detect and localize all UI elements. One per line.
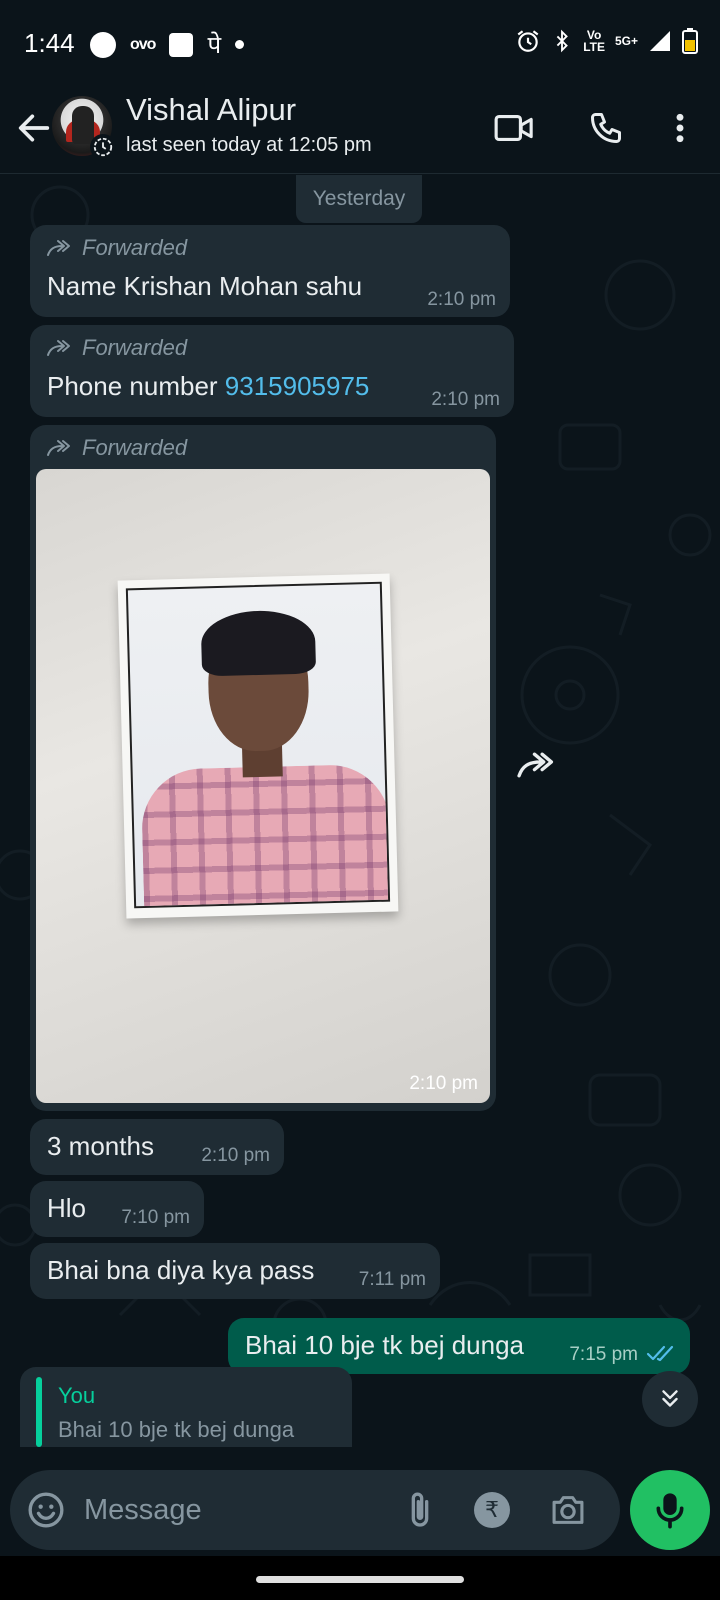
share-forward-icon — [517, 752, 554, 778]
more-notifications-dot-icon — [235, 40, 245, 49]
forwarded-label: Forwarded — [46, 335, 187, 361]
chat-area[interactable]: Yesterday Forwarded Name Krishan Mohan s… — [0, 175, 720, 1460]
forwarded-photo[interactable]: 2:10 pm — [36, 469, 490, 1103]
message-time: 7:10 pm — [121, 1207, 190, 1228]
volte-icon: Vo LTE — [583, 28, 605, 54]
message-time: 7:15 pm — [569, 1344, 638, 1365]
message-composer: ₹ — [0, 1460, 720, 1556]
status-notification-icons: ovo पे — [90, 28, 245, 61]
message-text: Phone number 9315905975 — [47, 371, 370, 401]
message-bubble-incoming[interactable]: Forwarded Phone number 9315905975 2:10 p… — [30, 325, 514, 417]
camera-icon — [552, 1496, 584, 1524]
voice-call-button[interactable] — [582, 104, 630, 152]
camera-button[interactable] — [548, 1490, 588, 1530]
rupee-payment-icon: ₹ — [474, 1492, 510, 1528]
message-bubble-incoming[interactable]: 3 months 2:10 pm — [30, 1119, 284, 1175]
message-time: 2:10 pm — [431, 389, 500, 410]
message-time: 7:11 pm — [358, 1269, 426, 1290]
message-text: Bhai bna diya kya pass — [47, 1255, 315, 1285]
chat-header: Vishal Alipur last seen today at 12:05 p… — [0, 90, 720, 174]
message-input[interactable] — [84, 1486, 384, 1534]
forwarded-icon — [47, 340, 70, 356]
message-bubble-incoming[interactable]: Hlo 7:10 pm — [30, 1181, 204, 1237]
voice-call-icon — [591, 113, 621, 143]
more-options-icon — [676, 113, 684, 143]
forwarded-label: Forwarded — [46, 235, 187, 261]
forwarded-icon — [47, 240, 70, 256]
notification-circle-icon — [90, 31, 116, 58]
microphone-icon — [656, 1493, 684, 1529]
message-bubble-outgoing[interactable]: Bhai 10 bje tk bej dunga 7:15 pm — [228, 1318, 690, 1374]
voice-message-button[interactable] — [630, 1470, 710, 1550]
attachment-paperclip-icon — [411, 1492, 429, 1527]
read-receipt-icon — [646, 1345, 674, 1362]
payment-button[interactable]: ₹ — [472, 1490, 512, 1530]
network-type-icon: 5G+ — [614, 34, 638, 48]
video-call-icon — [494, 115, 533, 141]
signal-icon — [650, 31, 670, 51]
message-text: Name Krishan Mohan sahu — [47, 271, 363, 301]
quoted-author: You — [58, 1383, 96, 1408]
quoted-reply-bubble[interactable]: You Bhai 10 bje tk bej dunga — [20, 1367, 352, 1447]
emoji-button[interactable] — [26, 1490, 66, 1530]
phone-number-link[interactable]: 9315905975 — [225, 371, 370, 401]
ovo-notification-icon: ovo — [130, 35, 156, 53]
message-time: 2:10 pm — [409, 1073, 478, 1094]
status-bar: 1:44 ovo पे Vo LTE 5G+ — [0, 0, 720, 90]
date-separator: Yesterday — [296, 175, 422, 223]
forwarded-icon — [47, 440, 70, 456]
last-seen-status: last seen today at 12:05 pm — [126, 134, 372, 156]
bluetooth-icon — [556, 29, 569, 53]
disappearing-messages-badge-icon — [90, 134, 116, 160]
message-text: 3 months — [47, 1131, 154, 1161]
back-button[interactable] — [14, 108, 54, 148]
forward-image-button[interactable] — [508, 737, 564, 793]
passport-photo-print — [117, 573, 399, 919]
status-system-icons: Vo LTE 5G+ — [515, 28, 698, 54]
message-text: Bhai 10 bje tk bej dunga — [245, 1330, 524, 1360]
message-time: 2:10 pm — [201, 1145, 270, 1166]
status-time: 1:44 — [24, 28, 75, 58]
emoji-icon — [28, 1492, 64, 1528]
battery-icon — [682, 28, 698, 54]
scroll-to-bottom-button[interactable] — [642, 1371, 698, 1427]
message-text: Hlo — [47, 1193, 87, 1223]
contact-name[interactable]: Vishal Alipur — [126, 92, 296, 128]
alarm-icon — [517, 30, 539, 52]
phonepe-notification-icon: पे — [207, 31, 222, 59]
attach-button[interactable] — [400, 1490, 440, 1530]
message-bubble-incoming[interactable]: Bhai bna diya kya pass 7:11 pm — [30, 1243, 440, 1299]
home-gesture-handle[interactable] — [256, 1576, 464, 1583]
video-call-button[interactable] — [490, 104, 538, 152]
message-bubble-incoming[interactable]: Forwarded Name Krishan Mohan sahu 2:10 p… — [30, 225, 510, 317]
forwarded-label: Forwarded — [46, 435, 187, 461]
back-arrow-icon — [18, 114, 50, 142]
double-chevron-down-icon — [662, 1390, 678, 1407]
message-time: 2:10 pm — [427, 289, 496, 310]
more-options-button[interactable] — [656, 104, 704, 152]
system-navigation-bar — [0, 1556, 720, 1600]
quoted-text: Bhai 10 bje tk bej dunga — [58, 1417, 295, 1442]
notification-square-icon — [169, 32, 194, 57]
message-input-container[interactable]: ₹ — [10, 1470, 620, 1550]
